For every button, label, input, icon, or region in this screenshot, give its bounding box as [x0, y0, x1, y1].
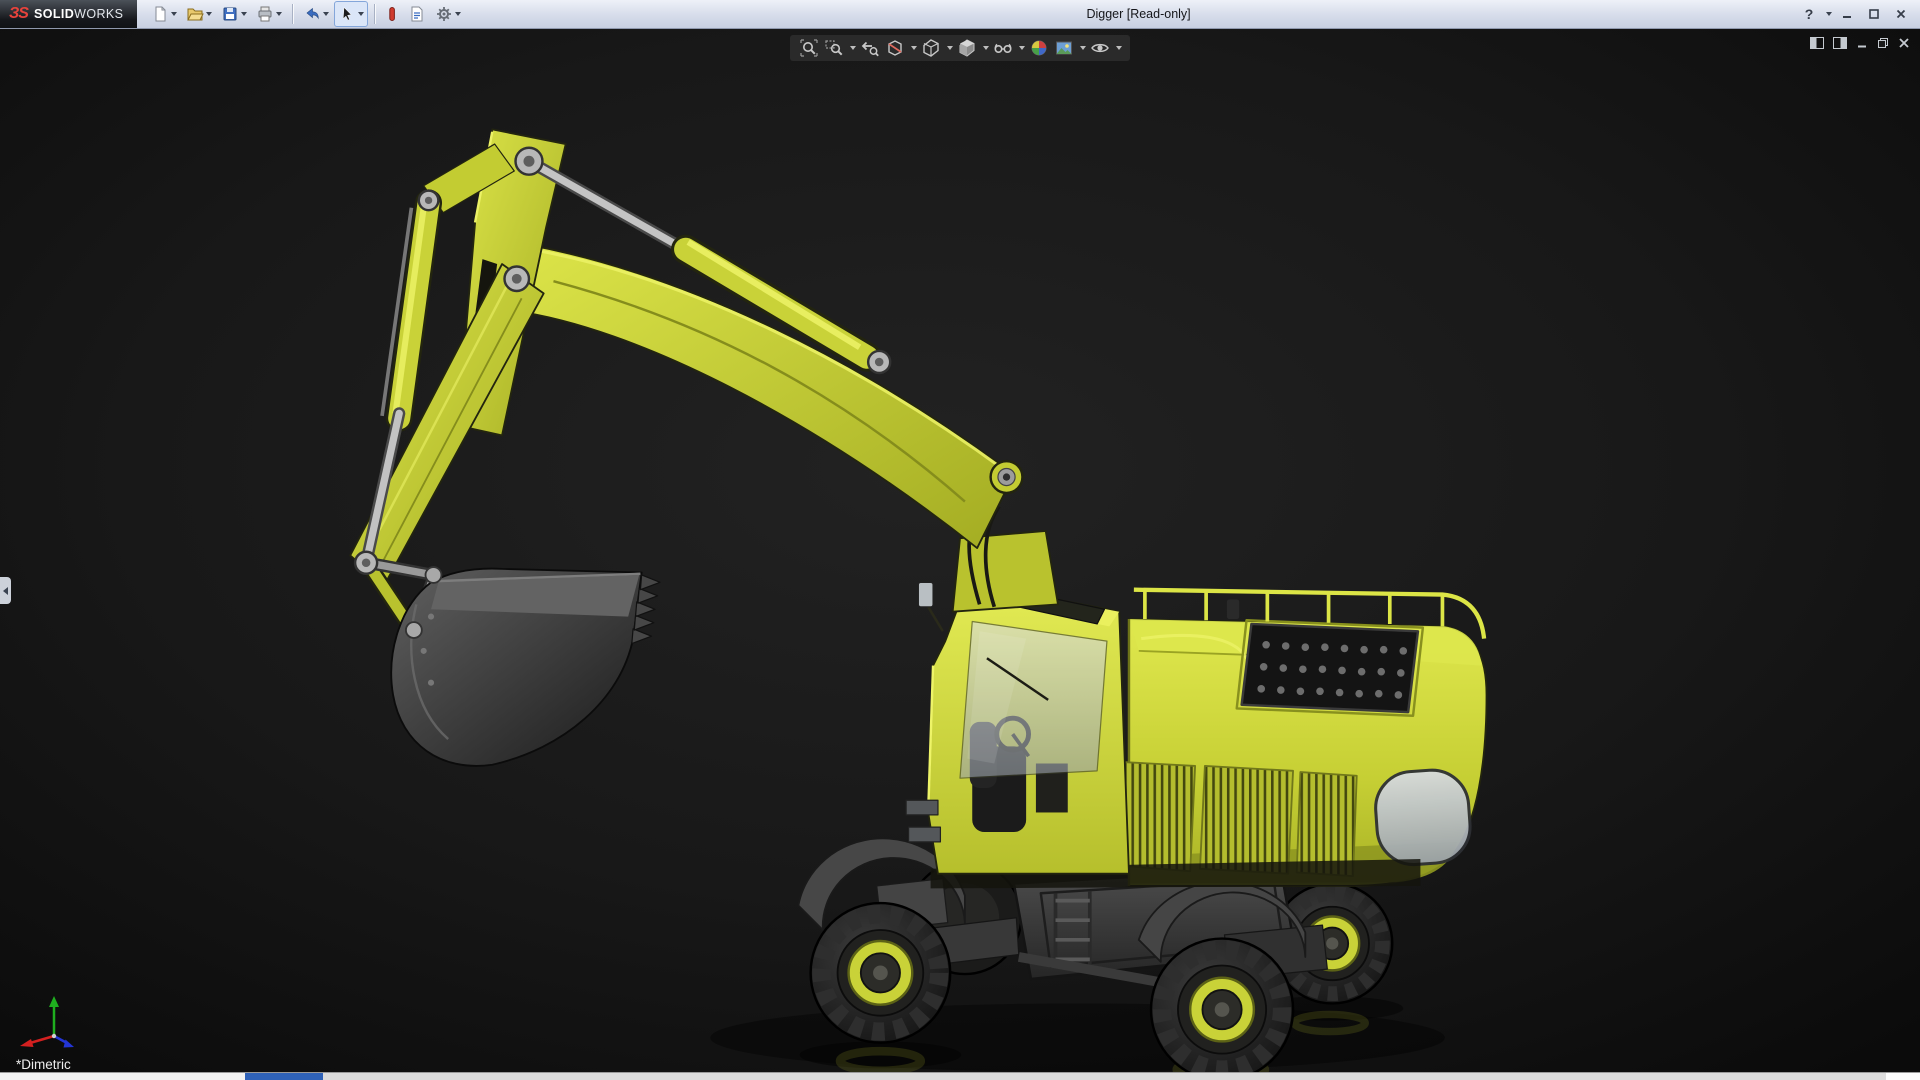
chevron-down-icon[interactable]: [1019, 46, 1025, 50]
close-doc-icon: [1899, 38, 1909, 48]
hide-show-items-button[interactable]: [992, 37, 1014, 59]
restore-doc-button[interactable]: [1877, 37, 1889, 49]
graphics-area[interactable]: *Dimetric: [0, 29, 1920, 1072]
print-button[interactable]: [252, 1, 286, 27]
new-document-icon: [155, 6, 166, 22]
new-document-button[interactable]: [147, 1, 181, 27]
wheel-front-right: [1149, 937, 1295, 1072]
brand-name: SOLIDWORKS: [33, 7, 124, 21]
3d-scene[interactable]: [0, 29, 1920, 1072]
select-button[interactable]: [334, 1, 369, 27]
rebuild-button[interactable]: [381, 1, 403, 27]
chevron-down-icon[interactable]: [1080, 46, 1086, 50]
options-gear-icon: [437, 7, 452, 21]
chevron-left-icon: [3, 586, 8, 595]
previous-view-icon: [861, 41, 879, 57]
chevron-down-icon[interactable]: [947, 46, 953, 50]
display-style-button[interactable]: [956, 37, 978, 59]
minimize-button[interactable]: [1835, 4, 1859, 24]
quick-access-toolbar: [147, 1, 465, 27]
open-folder-icon: [187, 8, 205, 21]
open-button[interactable]: [182, 1, 216, 27]
display-style-icon: [959, 39, 975, 57]
toolbar-separator: [374, 4, 376, 24]
undo-icon: [306, 7, 319, 20]
pane-right-icon: [1833, 37, 1847, 49]
pane-left-button[interactable]: [1810, 37, 1824, 49]
chevron-down-icon[interactable]: [911, 46, 917, 50]
chevron-down-icon[interactable]: [241, 12, 248, 16]
save-icon: [223, 7, 237, 21]
taskbar-segment: [0, 1073, 245, 1080]
view-settings-button[interactable]: [1089, 37, 1111, 59]
zoom-to-area-icon: [825, 40, 843, 56]
chevron-down-icon[interactable]: [455, 12, 462, 16]
chevron-down-icon[interactable]: [358, 12, 365, 16]
chevron-down-icon[interactable]: [850, 46, 856, 50]
pane-left-icon: [1810, 37, 1824, 49]
chevron-down-icon[interactable]: [206, 12, 213, 16]
heads-up-view-toolbar: [790, 35, 1130, 61]
view-orientation-label: *Dimetric: [16, 1057, 71, 1072]
chevron-down-icon[interactable]: [323, 12, 330, 16]
chevron-down-icon[interactable]: [1116, 46, 1122, 50]
zoom-to-area-button[interactable]: [823, 37, 845, 59]
document-window-controls: [1810, 37, 1910, 49]
edit-appearance-button[interactable]: [1028, 37, 1050, 59]
options-button[interactable]: [431, 1, 465, 27]
section-view-button[interactable]: [884, 37, 906, 59]
pane-right-button[interactable]: [1833, 37, 1847, 49]
file-properties-icon: [411, 6, 423, 22]
minimize-doc-button[interactable]: [1856, 37, 1868, 49]
chevron-down-icon[interactable]: [983, 46, 989, 50]
taskbar-segment: [1886, 1073, 1920, 1080]
window-controls: ?: [1797, 4, 1920, 24]
restore-doc-icon: [1878, 38, 1888, 48]
apply-scene-icon: [1056, 41, 1072, 55]
close-button[interactable]: [1889, 4, 1913, 24]
file-properties-button[interactable]: [404, 1, 430, 27]
view-orientation-button[interactable]: [920, 37, 942, 59]
undo-button[interactable]: [299, 1, 333, 27]
featuremanager-collapse-tab[interactable]: [0, 577, 11, 604]
titlebar: ЗS SOLIDWORKS Digger [Read-only] ?: [0, 0, 1920, 29]
cab: [905, 581, 1130, 875]
help-button[interactable]: ?: [1797, 4, 1821, 24]
apply-scene-button[interactable]: [1053, 37, 1075, 59]
maximize-button[interactable]: [1862, 4, 1886, 24]
solidworks-logo-icon: ЗS: [9, 5, 29, 22]
minimize-doc-icon: [1858, 45, 1866, 48]
wheel-front-left: [809, 901, 952, 1044]
minimize-icon: [1843, 16, 1851, 18]
chevron-down-icon[interactable]: [276, 12, 283, 16]
print-icon: [258, 6, 272, 22]
close-doc-button[interactable]: [1898, 37, 1910, 49]
orientation-triad: [20, 996, 74, 1048]
taskbar-active-segment: [245, 1073, 323, 1080]
hide-show-items-icon: [994, 43, 1012, 54]
save-button[interactable]: [217, 1, 251, 27]
toolbar-separator: [292, 4, 294, 24]
close-icon: [1896, 9, 1906, 19]
select-cursor-icon: [343, 6, 353, 21]
edit-appearance-icon: [1031, 40, 1047, 56]
view-orientation-icon: [923, 39, 939, 57]
chevron-down-icon[interactable]: [1826, 12, 1832, 16]
taskbar-sliver[interactable]: [0, 1072, 1920, 1080]
view-settings-icon: [1091, 43, 1109, 53]
rebuild-icon: [389, 7, 396, 21]
zoom-to-fit-icon: [800, 39, 818, 57]
maximize-icon: [1869, 9, 1879, 19]
zoom-to-fit-button[interactable]: [798, 37, 820, 59]
solidworks-logo: ЗS SOLIDWORKS: [0, 0, 138, 28]
chevron-down-icon[interactable]: [171, 12, 178, 16]
previous-view-button[interactable]: [859, 37, 881, 59]
section-view-icon: [888, 40, 902, 56]
window-title: Digger [Read-only]: [1086, 7, 1191, 21]
